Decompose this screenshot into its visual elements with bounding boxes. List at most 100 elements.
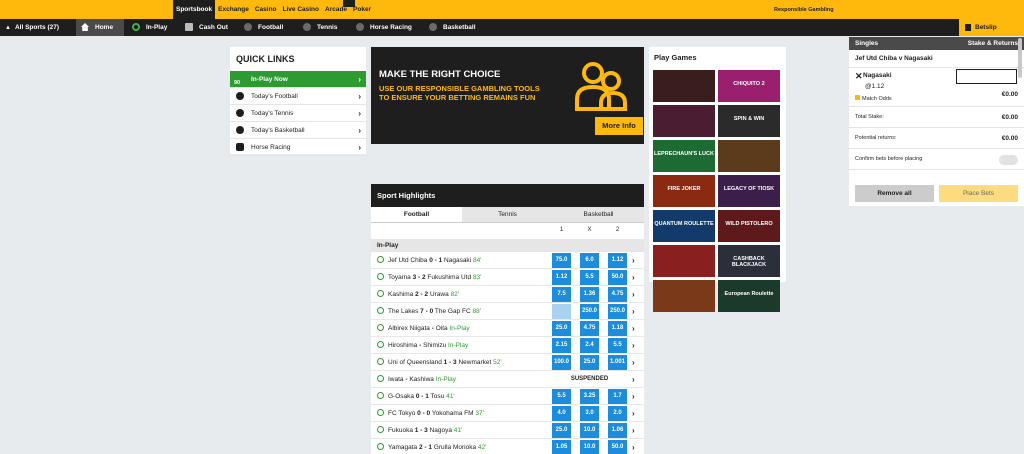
game-tile[interactable] [653, 70, 715, 102]
game-tile[interactable] [718, 140, 780, 172]
odds-away-button[interactable]: 1.18 [608, 321, 627, 336]
nav-in-play[interactable]: In-Play [127, 19, 177, 36]
nav-football[interactable]: Football [239, 19, 295, 36]
chevron-right-icon[interactable]: › [632, 405, 635, 422]
event-row[interactable]: FC Tokyo 0 - 0 Yokohama FM 37' 4.0 3.0 2.0 › [371, 405, 644, 422]
odds-draw-button[interactable]: 3.25 [580, 389, 599, 404]
chevron-right-icon[interactable]: › [632, 337, 635, 354]
chevron-right-icon[interactable]: › [632, 269, 635, 286]
tab-sportsbook[interactable]: Sportsbook [173, 0, 216, 19]
event-row[interactable]: Albirex Niigata - Oita In-Play 25.0 4.75 1.… [371, 320, 644, 337]
odds-draw-button[interactable]: 10.0 [580, 440, 599, 454]
game-tile[interactable]: CASHBACK BLACKJACK [718, 245, 780, 277]
chevron-right-icon[interactable]: › [632, 286, 635, 303]
odds-home-button[interactable] [552, 304, 571, 319]
nav-tennis[interactable]: Tennis [298, 19, 348, 36]
odds-home-button[interactable]: 25.0 [552, 321, 571, 336]
chevron-right-icon[interactable]: › [632, 388, 635, 405]
game-tile[interactable] [653, 105, 715, 137]
odds-away-button[interactable]: 250.0 [608, 304, 627, 319]
chevron-right-icon[interactable]: › [632, 303, 635, 320]
odds-away-button[interactable]: 1.06 [608, 423, 627, 438]
odds-draw-button[interactable]: 250.0 [580, 304, 599, 319]
nav-home[interactable]: Home [76, 19, 124, 36]
responsible-gambling-link[interactable]: Responsible Gambling [774, 7, 834, 13]
game-tile[interactable] [653, 245, 715, 277]
odds-away-button[interactable]: 5.5 [608, 338, 627, 353]
betslip-tab[interactable]: Betslip [959, 19, 1024, 36]
odds-draw-button[interactable]: 5.5 [580, 270, 599, 285]
game-tile[interactable]: CHIQUITO 2 [718, 70, 780, 102]
stake-input[interactable] [956, 69, 1017, 84]
odds-home-button[interactable]: 1.12 [552, 270, 571, 285]
game-tile[interactable]: QUANTUM ROULETTE [653, 210, 715, 242]
event-row[interactable]: Hiroshima - Shimizu In-Play 2.15 2.4 5.5 › [371, 337, 644, 354]
odds-away-button[interactable]: 1.001 [608, 355, 627, 370]
odds-home-button[interactable]: 7.5 [552, 287, 571, 302]
nav-basketball[interactable]: Basketball [424, 19, 484, 36]
odds-draw-button[interactable]: 6.0 [580, 253, 599, 268]
tab-exchange[interactable]: Exchange [215, 0, 252, 19]
quick-link-todays-basketball[interactable]: Today's Basketball › [230, 122, 366, 139]
brand-logo[interactable] [343, 0, 355, 7]
chevron-right-icon[interactable]: › [632, 439, 635, 454]
event-row[interactable]: Kashima 2 - 2 Urawa 82' 7.5 1.36 4.75 › [371, 286, 644, 303]
odds-draw-button[interactable]: 2.4 [580, 338, 599, 353]
odds-away-button[interactable]: 50.0 [608, 270, 627, 285]
tab-tennis[interactable]: Tennis [462, 207, 553, 222]
chevron-right-icon[interactable]: › [632, 371, 635, 388]
odds-away-button[interactable]: 4.75 [608, 287, 627, 302]
game-tile[interactable]: WILD PISTOLERO [718, 210, 780, 242]
event-row[interactable]: G-Osaka 0 - 1 Tosu 41' 5.5 3.25 1.7 › [371, 388, 644, 405]
confirm-bets-toggle[interactable] [999, 155, 1018, 165]
quick-link-horse-racing[interactable]: Horse Racing › [230, 139, 366, 156]
odds-home-button[interactable]: 5.5 [552, 389, 571, 404]
odds-draw-button[interactable]: 1.36 [580, 287, 599, 302]
odds-home-button[interactable]: 2.15 [552, 338, 571, 353]
event-row[interactable]: Fukuoka 1 - 3 Nagoya 41' 25.0 10.0 1.06 › [371, 422, 644, 439]
odds-draw-button[interactable]: 25.0 [580, 355, 599, 370]
odds-home-button[interactable]: 25.0 [552, 423, 571, 438]
chevron-right-icon[interactable]: › [632, 422, 635, 439]
game-tile[interactable]: LEPRECHAUN'S LUCK [653, 140, 715, 172]
game-tile[interactable]: FIRE JOKER [653, 175, 715, 207]
game-tile[interactable]: European Roulette [718, 280, 780, 312]
game-tile[interactable] [653, 280, 715, 312]
game-tile[interactable]: LEGACY OF TIOSK [718, 175, 780, 207]
place-bets-button[interactable]: Place Bets [939, 185, 1018, 202]
remove-all-button[interactable]: Remove all [855, 185, 934, 202]
tab-casino[interactable]: Casino [252, 0, 280, 19]
chevron-right-icon[interactable]: › [632, 320, 635, 337]
nav-horse-racing[interactable]: Horse Racing [351, 19, 421, 36]
odds-away-button[interactable]: 1.12 [608, 253, 627, 268]
scrollbar[interactable] [1018, 38, 1022, 78]
odds-home-button[interactable]: 100.0 [552, 355, 571, 370]
quick-link-todays-tennis[interactable]: Today's Tennis › [230, 105, 366, 122]
odds-home-button[interactable]: 1.05 [552, 440, 571, 454]
tab-football[interactable]: Football [371, 207, 462, 222]
event-row[interactable]: Yamagata 2 - 1 Grulla Morioka 42' 1.05 10.… [371, 439, 644, 454]
quick-link-todays-football[interactable]: Today's Football › [230, 88, 366, 105]
quick-link-in-play-now[interactable]: 90 In-Play Now › [230, 71, 366, 88]
event-row[interactable]: Toyama 3 - 2 Fukushima Utd 83' 1.12 5.5 50.… [371, 269, 644, 286]
nav-all-sports[interactable]: ▲ All Sports (27) [0, 19, 71, 36]
odds-home-button[interactable]: 75.0 [552, 253, 571, 268]
odds-home-button[interactable]: 4.0 [552, 406, 571, 421]
chevron-right-icon[interactable]: › [632, 252, 635, 269]
odds-draw-button[interactable]: 10.0 [580, 423, 599, 438]
tab-basketball[interactable]: Basketball [553, 207, 644, 222]
event-row[interactable]: Iwata - Kashiwa In-Play SUSPENDED › [371, 371, 644, 388]
odds-draw-button[interactable]: 4.75 [580, 321, 599, 336]
tab-live-casino[interactable]: Live Casino [280, 0, 322, 19]
chevron-right-icon[interactable]: › [632, 354, 635, 371]
event-row[interactable]: Uni of Queensland 1 - 3 Newmarket 52' 100… [371, 354, 644, 371]
odds-draw-button[interactable]: 3.0 [580, 406, 599, 421]
odds-away-button[interactable]: 2.0 [608, 406, 627, 421]
event-row[interactable]: The Lakes 7 - 0 The Gap FC 88' 250.0 250.0… [371, 303, 644, 320]
event-row[interactable]: Jef Utd Chiba 0 - 1 Nagasaki 84' 75.0 6.0 1… [371, 252, 644, 269]
odds-away-button[interactable]: 1.7 [608, 389, 627, 404]
nav-cash-out[interactable]: Cash Out [180, 19, 236, 36]
game-tile[interactable]: SPIN & WIN [718, 105, 780, 137]
odds-away-button[interactable]: 50.0 [608, 440, 627, 454]
responsible-gambling-banner[interactable]: MAKE THE RIGHT CHOICE USE OUR RESPONSIBL… [371, 47, 644, 144]
